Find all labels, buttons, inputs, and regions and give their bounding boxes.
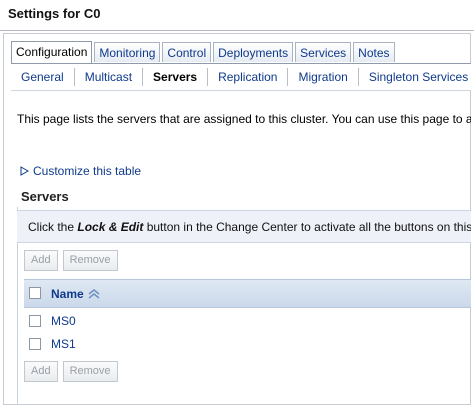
row-checkbox[interactable]: [29, 338, 41, 350]
expand-triangle-icon: [20, 166, 29, 176]
lock-edit-notice: Click the Lock & Edit button in the Chan…: [17, 210, 471, 243]
sort-ascending-icon: [88, 289, 100, 299]
page-description: This page lists the servers that are ass…: [17, 112, 471, 126]
name-column-header[interactable]: Name: [51, 287, 100, 301]
server-link[interactable]: MS1: [51, 337, 76, 351]
notice-prefix: Click the: [28, 220, 78, 234]
notice-emphasis: Lock & Edit: [77, 220, 144, 234]
tab-services[interactable]: Services: [295, 42, 352, 62]
row-checkbox[interactable]: [29, 315, 41, 327]
title-bar: Settings for C0: [0, 0, 474, 31]
server-link[interactable]: MS0: [51, 314, 76, 328]
name-column-label: Name: [51, 287, 84, 301]
tab-configuration[interactable]: Configuration: [11, 41, 93, 63]
remove-button-top[interactable]: Remove: [62, 250, 118, 271]
section-title: Servers: [21, 189, 69, 204]
subtab-replication[interactable]: Replication: [208, 68, 289, 86]
table-row: MS1: [24, 333, 471, 356]
tab-notes[interactable]: Notes: [353, 42, 395, 62]
customize-table-label: Customize this table: [33, 164, 142, 178]
subtab-general[interactable]: General: [11, 68, 75, 86]
select-all-checkbox[interactable]: [29, 287, 41, 299]
add-button-bottom[interactable]: Add: [24, 361, 58, 382]
subtab-migration[interactable]: Migration: [288, 68, 359, 86]
table-row: MS0: [24, 310, 471, 333]
tab-monitoring[interactable]: Monitoring: [94, 42, 161, 62]
sub-tab-bar: General Multicast Servers Replication Mi…: [11, 63, 471, 91]
remove-button-bottom[interactable]: Remove: [62, 361, 118, 382]
bottom-button-row: Add Remove: [24, 361, 118, 382]
subtab-singleton-services[interactable]: Singleton Services: [359, 68, 474, 86]
tab-control[interactable]: Control: [162, 42, 212, 62]
subtab-multicast[interactable]: Multicast: [75, 68, 144, 86]
customize-table-link[interactable]: Customize this table: [20, 164, 141, 178]
subtab-servers[interactable]: Servers: [143, 68, 209, 86]
add-button-top[interactable]: Add: [24, 250, 58, 271]
tab-deployments[interactable]: Deployments: [213, 42, 294, 62]
notice-suffix: button in the Change Center to activate …: [143, 220, 471, 234]
table-header-row: Name: [24, 279, 471, 308]
page-title: Settings for C0: [8, 6, 101, 21]
main-tab-bar: Configuration Monitoring Control Deploym…: [11, 41, 395, 63]
top-button-row: Add Remove: [24, 250, 118, 271]
